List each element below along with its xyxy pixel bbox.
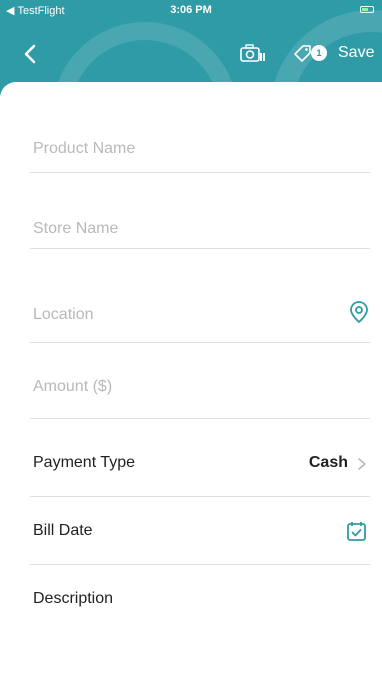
toolbar: 1 Save — [0, 38, 382, 70]
product-name-placeholder: Product Name — [33, 140, 136, 157]
tag-count-badge: 1 — [311, 45, 327, 61]
status-bar: ◀ TestFlight 3:06 PM — [0, 0, 382, 20]
form: Product Name Store Name Location Amount … — [0, 82, 382, 686]
product-name-field[interactable]: Product Name — [30, 130, 370, 173]
amount-placeholder: Amount ($) — [33, 378, 113, 395]
bill-date-row[interactable]: Bill Date — [30, 496, 370, 565]
back-button[interactable] — [16, 38, 48, 70]
store-name-field[interactable]: Store Name — [30, 200, 370, 249]
battery-icon — [360, 6, 374, 13]
calendar-icon[interactable] — [346, 520, 368, 542]
screen: ◀ TestFlight 3:06 PM 1 Save Product Name… — [0, 0, 382, 686]
camera-button[interactable] — [238, 42, 266, 66]
camera-icon — [240, 44, 265, 62]
description-field[interactable]: Description — [30, 564, 370, 644]
location-placeholder: Location — [33, 306, 94, 323]
location-field[interactable]: Location — [30, 290, 370, 343]
chevron-left-icon — [24, 44, 36, 64]
status-time: 3:06 PM — [170, 4, 212, 16]
bill-date-label: Bill Date — [33, 522, 93, 539]
chevron-right-icon — [358, 458, 366, 470]
tag-button[interactable]: 1 — [292, 42, 332, 66]
payment-type-value: Cash — [308, 454, 348, 471]
save-button[interactable]: Save — [338, 44, 374, 62]
location-pin-icon[interactable] — [348, 300, 370, 324]
payment-type-row[interactable]: Payment Type Cash — [30, 436, 370, 497]
payment-type-label: Payment Type — [33, 454, 135, 471]
store-name-placeholder: Store Name — [33, 220, 119, 237]
description-label: Description — [33, 590, 114, 607]
amount-field[interactable]: Amount ($) — [30, 358, 370, 419]
